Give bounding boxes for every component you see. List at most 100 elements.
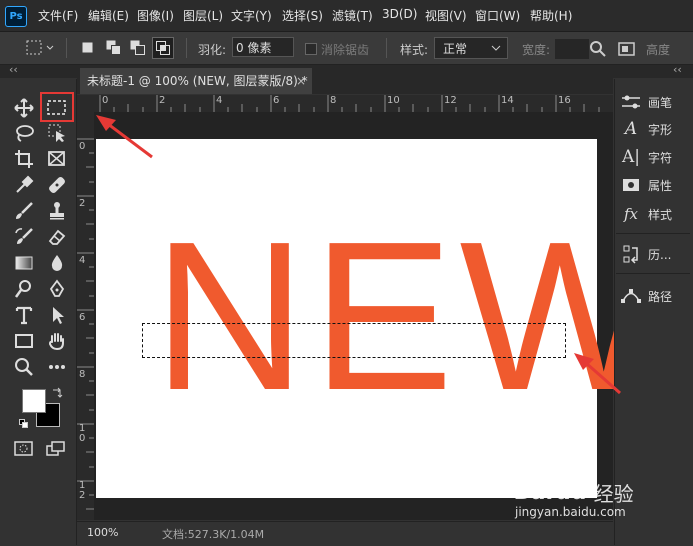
ruler-v-label: 6 bbox=[79, 312, 86, 323]
history-icon bbox=[620, 245, 642, 264]
crop-tool-icon[interactable] bbox=[11, 147, 37, 171]
paragraph-char-icon: A| bbox=[621, 147, 640, 167]
rectangle-tool-icon[interactable] bbox=[11, 329, 37, 353]
hand-tool-icon[interactable] bbox=[44, 329, 70, 353]
swap-width-height-icon[interactable] bbox=[590, 41, 606, 60]
add-selection-icon[interactable] bbox=[106, 40, 122, 59]
styles-fx-icon: fx bbox=[623, 205, 638, 223]
photoshop-logo[interactable]: Ps bbox=[5, 6, 27, 27]
feather-label: 羽化: bbox=[198, 43, 227, 57]
more-tools-icon[interactable] bbox=[44, 355, 70, 379]
ruler-v-label: 1 2 bbox=[79, 480, 86, 501]
panel-styles[interactable]: fx 样式 bbox=[620, 201, 672, 227]
panel-glyphs[interactable]: A 字形 bbox=[620, 116, 672, 142]
style-label: 样式: bbox=[400, 43, 429, 57]
menu-help[interactable]: 帮助(H) bbox=[530, 7, 572, 24]
zoom-tool-icon[interactable] bbox=[11, 355, 37, 379]
blur-tool-icon[interactable] bbox=[44, 251, 70, 275]
canvas[interactable]: NEW bbox=[96, 139, 660, 498]
watermark-brand: Bai bbox=[515, 480, 555, 505]
panel-history[interactable]: 历... bbox=[620, 241, 671, 267]
reset-colors-icon[interactable] bbox=[19, 418, 29, 432]
type-tool-icon[interactable] bbox=[11, 303, 37, 327]
ruler-h-label: 10 bbox=[387, 95, 400, 106]
panel-label: 字形 bbox=[648, 122, 673, 137]
document-info[interactable]: 文档:527.3K/1.04M bbox=[162, 526, 264, 542]
eyedropper-tool-icon[interactable] bbox=[11, 173, 37, 197]
panel-character[interactable]: A| 字符 bbox=[620, 144, 672, 170]
object-selection-tool-icon[interactable] bbox=[44, 121, 70, 145]
spot-healing-brush-icon[interactable] bbox=[44, 173, 70, 197]
marquee-selection[interactable] bbox=[142, 323, 566, 358]
panel-label: 字符 bbox=[648, 150, 673, 165]
close-tab-icon[interactable]: × bbox=[296, 68, 306, 94]
zoom-level[interactable]: 100% bbox=[87, 526, 118, 539]
ruler-h-label: 16 bbox=[558, 95, 571, 106]
move-tool-icon[interactable] bbox=[11, 96, 37, 120]
arrow-annotation-selection bbox=[574, 353, 621, 395]
watermark-url: jingyan.baidu.com bbox=[515, 505, 626, 519]
dodge-tool-icon[interactable] bbox=[11, 277, 37, 301]
new-selection-icon[interactable] bbox=[82, 42, 94, 57]
menu-image[interactable]: 图像(I) bbox=[137, 7, 174, 24]
panel-label: 样式 bbox=[648, 207, 673, 222]
menu-type[interactable]: 文字(Y) bbox=[231, 7, 272, 24]
pen-tool-icon[interactable] bbox=[44, 277, 70, 301]
panel-paths[interactable]: 路径 bbox=[620, 283, 672, 309]
subtract-selection-icon[interactable] bbox=[130, 40, 146, 59]
menu-view[interactable]: 视图(V) bbox=[425, 7, 467, 24]
brush-settings-icon bbox=[620, 93, 642, 111]
width-input[interactable] bbox=[554, 38, 590, 60]
quick-mask-icon[interactable] bbox=[14, 441, 34, 460]
menu-filter[interactable]: 滤镜(T) bbox=[332, 7, 373, 24]
panel-label: 画笔 bbox=[648, 95, 673, 110]
status-bar bbox=[77, 521, 613, 546]
marquee-preset-icon[interactable] bbox=[26, 40, 56, 59]
width-label: 宽度: bbox=[522, 43, 551, 57]
horizontal-ruler[interactable]: 0 2 4 6 8 10 12 14 16 bbox=[94, 95, 613, 113]
style-select[interactable]: 正常 bbox=[434, 37, 508, 59]
ruler-v-label: 4 bbox=[79, 255, 86, 266]
brush-tool-icon[interactable] bbox=[11, 199, 37, 223]
properties-icon bbox=[620, 176, 642, 194]
panel-label: 属性 bbox=[648, 178, 673, 193]
foreground-color-swatch[interactable] bbox=[22, 389, 46, 413]
select-and-mask-icon[interactable] bbox=[618, 41, 636, 60]
watermark: Bai du 经验 jingyan.baidu.com bbox=[515, 478, 634, 519]
antialias-checkbox[interactable] bbox=[305, 43, 317, 55]
menu-window[interactable]: 窗口(W) bbox=[475, 7, 520, 24]
gradient-tool-icon[interactable] bbox=[11, 251, 37, 275]
screen-mode-icon[interactable] bbox=[46, 441, 66, 460]
swap-colors-icon[interactable] bbox=[51, 387, 63, 402]
watermark-paw: du bbox=[556, 480, 588, 505]
menu-select[interactable]: 选择(S) bbox=[282, 7, 323, 24]
collapse-toolbar-icon[interactable]: ‹‹ bbox=[9, 63, 18, 76]
arrow-annotation-tool bbox=[96, 115, 153, 159]
menu-file[interactable]: 文件(F) bbox=[38, 7, 78, 24]
highlight-box bbox=[40, 92, 74, 122]
ruler-h-label: 4 bbox=[216, 95, 223, 106]
menu-edit[interactable]: 编辑(E) bbox=[88, 7, 129, 24]
options-bar: 羽化: 0 像素 消除锯齿 样式: 正常 宽度: 高度 bbox=[0, 32, 693, 65]
document-tab[interactable]: 未标题-1 @ 100% (NEW, 图层蒙版/8) * × bbox=[80, 68, 312, 94]
antialias-label: 消除锯齿 bbox=[321, 43, 370, 57]
lasso-tool-icon[interactable] bbox=[11, 121, 37, 145]
collapse-panels-icon[interactable]: ‹‹ bbox=[673, 63, 682, 76]
clone-stamp-tool-icon[interactable] bbox=[44, 199, 70, 223]
feather-input[interactable]: 0 像素 bbox=[232, 37, 294, 57]
intersect-selection-icon[interactable] bbox=[152, 37, 174, 59]
menu-layer[interactable]: 图层(L) bbox=[183, 7, 223, 24]
height-label: 高度 bbox=[646, 43, 671, 57]
character-icon: A bbox=[624, 119, 638, 139]
panel-label: 路径 bbox=[648, 289, 673, 304]
frame-tool-icon[interactable] bbox=[44, 147, 70, 171]
history-brush-tool-icon[interactable] bbox=[11, 225, 37, 249]
ruler-v-label: 8 bbox=[79, 369, 86, 380]
menu-3d[interactable]: 3D(D) bbox=[382, 7, 417, 21]
eraser-tool-icon[interactable] bbox=[44, 225, 70, 249]
vertical-ruler[interactable]: 0 2 4 6 8 1 0 1 2 bbox=[77, 112, 95, 520]
path-selection-tool-icon[interactable] bbox=[44, 303, 70, 327]
panel-brush-settings[interactable]: 画笔 bbox=[620, 89, 672, 115]
panel-properties[interactable]: 属性 bbox=[620, 172, 672, 198]
paths-icon bbox=[620, 287, 642, 305]
